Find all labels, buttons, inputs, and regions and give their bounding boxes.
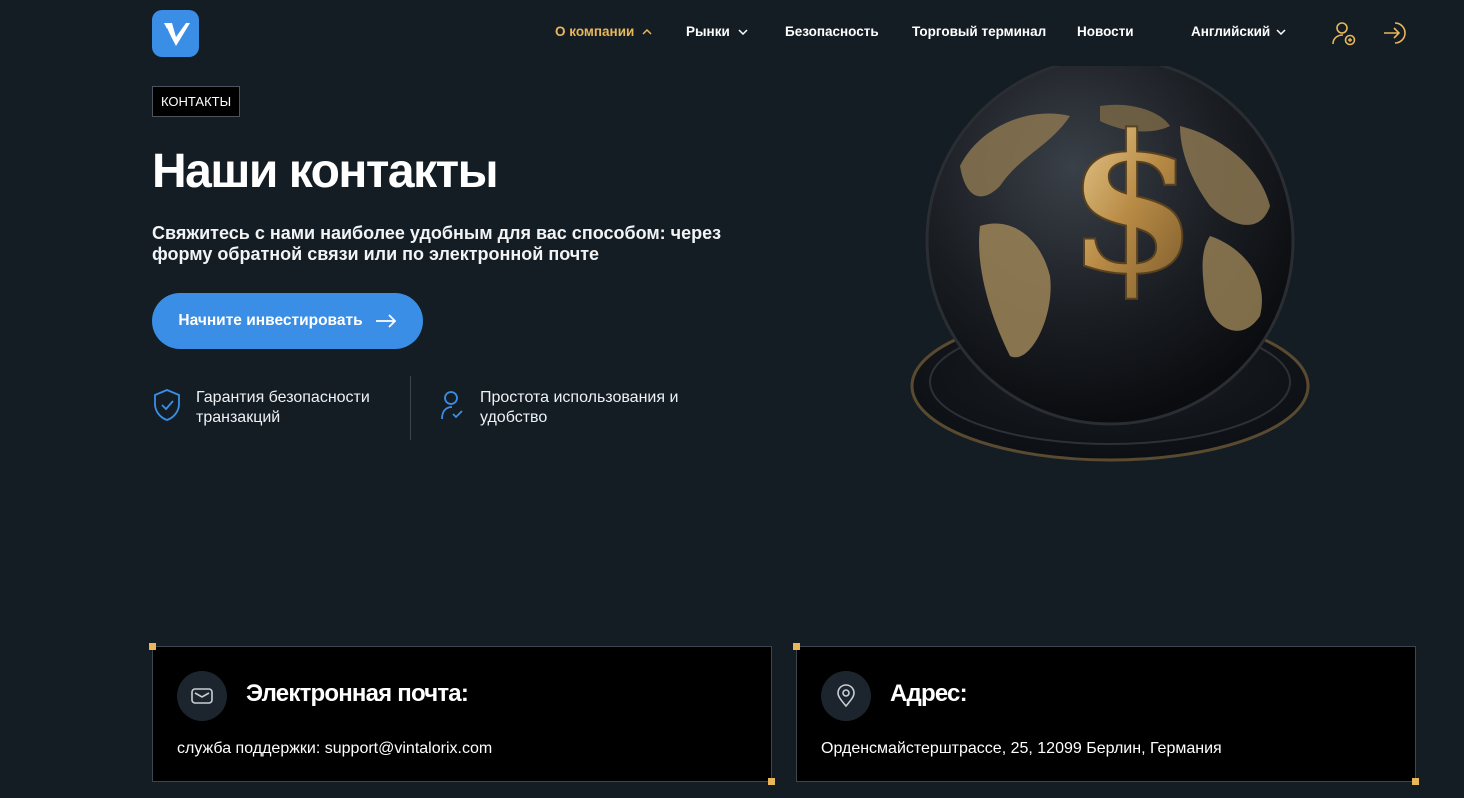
- logo[interactable]: [152, 10, 199, 57]
- start-investing-button[interactable]: Начните инвестировать: [152, 293, 423, 349]
- chevron-down-icon: [738, 28, 748, 35]
- support-email[interactable]: служба поддержки: support@vintalorix.com: [177, 740, 492, 758]
- start-investing-label: Начните инвестировать: [178, 312, 363, 329]
- globe-dollar-image: $: [910, 66, 1310, 462]
- nav-item-label: Рынки: [686, 24, 730, 39]
- mail-icon-wrap: [177, 671, 227, 721]
- card-corner: [149, 643, 156, 650]
- feature-text: Простота использования и удобство: [480, 389, 679, 426]
- user-add-icon[interactable]: [1331, 20, 1357, 46]
- arrow-right-icon: [375, 314, 396, 328]
- nav-item-label: Безопасность: [785, 24, 879, 39]
- nav-item-label: О компании: [555, 24, 635, 39]
- page-title: Наши контакты: [152, 145, 499, 198]
- login-icon[interactable]: [1382, 20, 1408, 46]
- divider: [410, 376, 411, 440]
- page-subtitle: Свяжитесь с нами наиболее удобным для ва…: [152, 223, 722, 264]
- location-icon-wrap: [821, 671, 871, 721]
- nav-item-markets[interactable]: Рынки: [686, 24, 748, 39]
- feature-usability: Простота использования и удобство: [438, 388, 720, 428]
- location-pin-icon: [837, 684, 855, 708]
- card-corner: [793, 643, 800, 650]
- chevron-down-icon: [1276, 28, 1286, 35]
- address-card-title: Адрес:: [890, 680, 968, 707]
- card-corner: [768, 778, 775, 785]
- mail-icon: [191, 688, 213, 704]
- nav-item-security[interactable]: Безопасность: [785, 24, 879, 39]
- nav-item-about[interactable]: О компании: [555, 24, 652, 39]
- nav-item-news[interactable]: Новости: [1077, 24, 1134, 39]
- v-check-logo-icon: [163, 22, 190, 46]
- user-check-icon: [441, 391, 463, 420]
- nav-item-terminal[interactable]: Торговый терминал: [912, 24, 1046, 39]
- chevron-up-icon: [642, 28, 652, 35]
- nav-item-label: Торговый терминал: [912, 24, 1047, 39]
- address-card: Адрес: Орденсмайстерштрассе, 25, 12099 Б…: [793, 643, 1419, 785]
- feature-text: Гарантия безопасности транзакций: [196, 389, 370, 426]
- language-selector[interactable]: Английский: [1191, 24, 1286, 39]
- feature-security: Гарантия безопасности транзакций: [152, 388, 396, 428]
- svg-text:$: $: [1066, 93, 1198, 316]
- nav-item-label: Новости: [1077, 24, 1134, 39]
- card-corner: [1412, 778, 1419, 785]
- site-header: О компании Рынки Безопасность Торговый т…: [0, 0, 1464, 68]
- address-text: Орденсмайстерштрассе, 25, 12099 Берлин, …: [821, 740, 1222, 757]
- email-card: Электронная почта: служба поддержки: sup…: [149, 643, 775, 785]
- shield-check-icon: [154, 389, 180, 421]
- language-label: Английский: [1191, 24, 1271, 39]
- section-tag: КОНТАКТЫ: [152, 86, 241, 117]
- email-card-title: Электронная почта:: [246, 680, 469, 707]
